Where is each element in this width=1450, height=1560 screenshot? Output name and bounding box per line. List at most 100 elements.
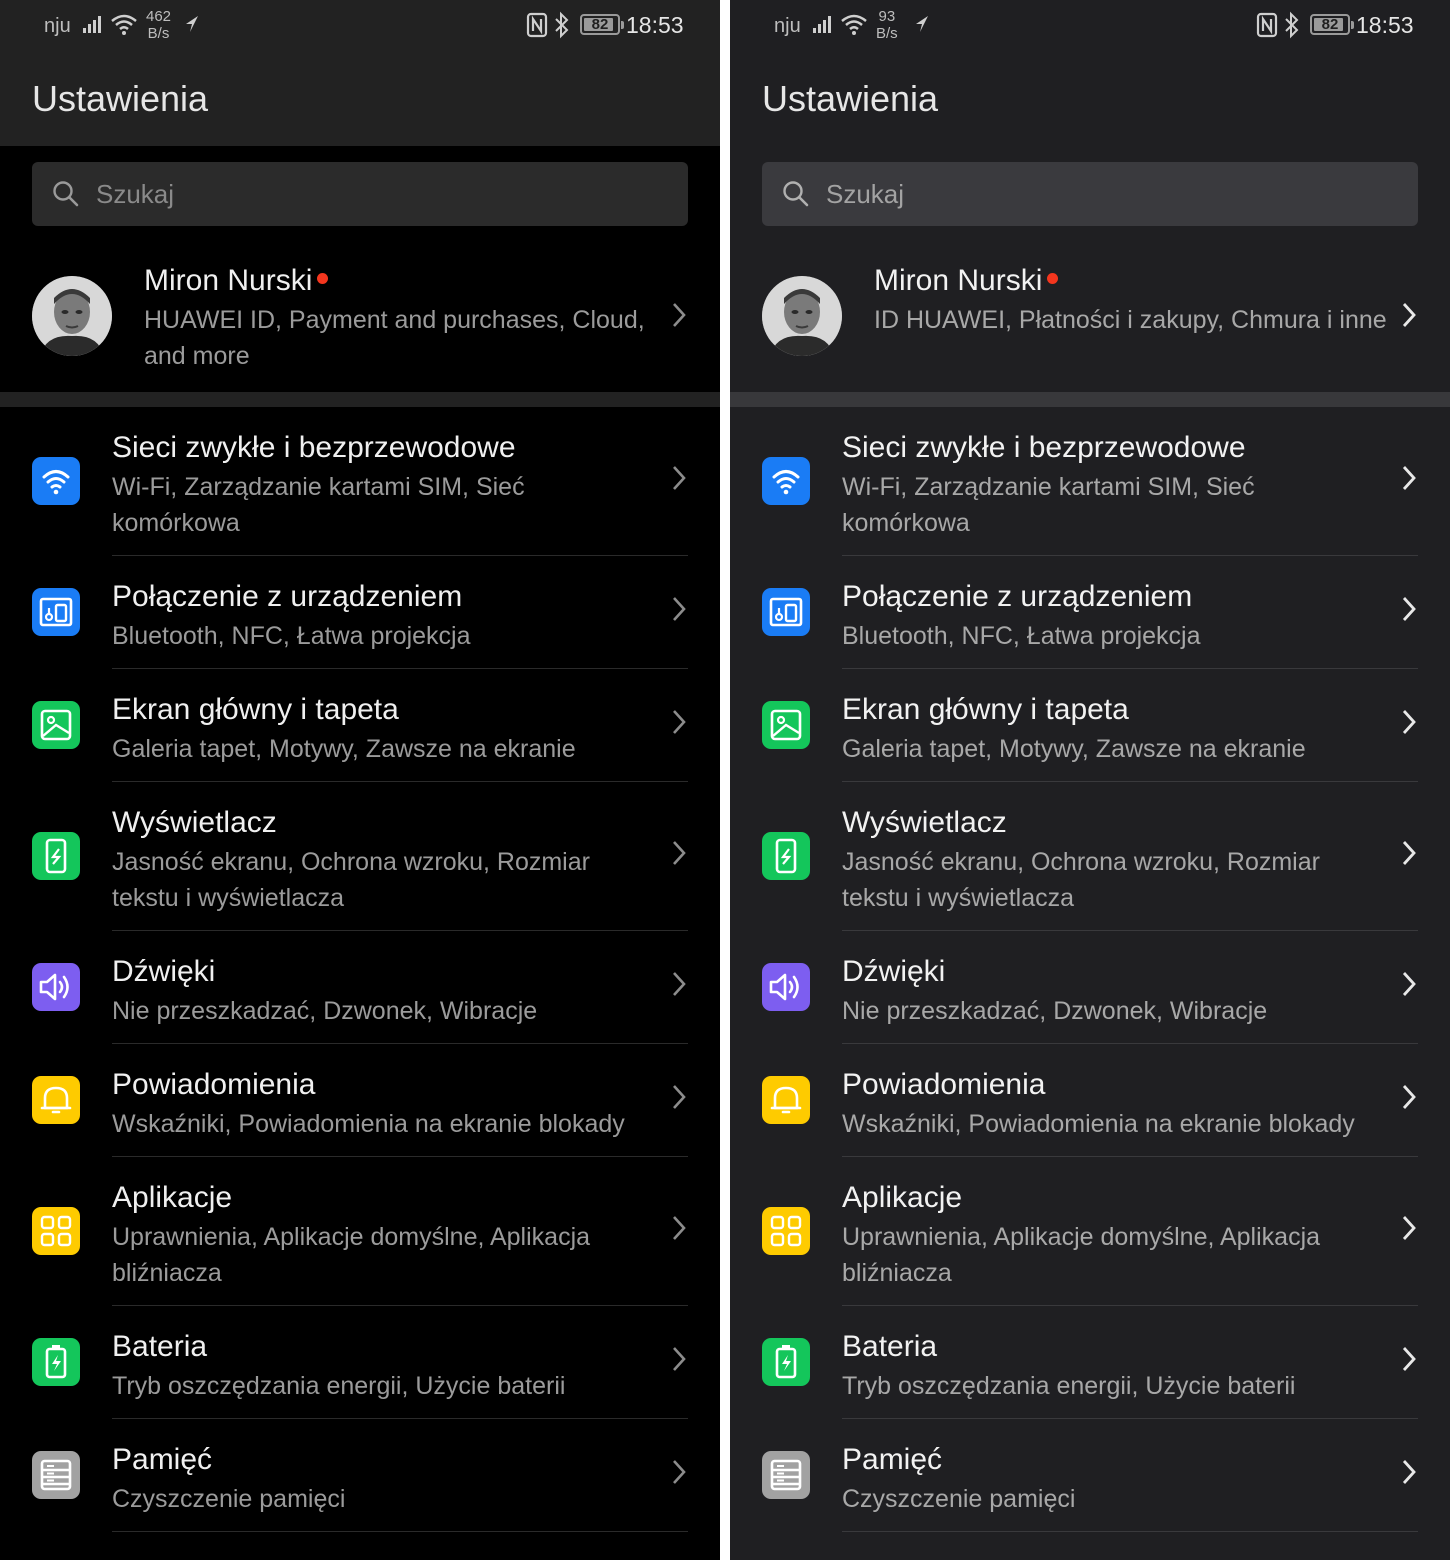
- page-title: Ustawienia: [762, 78, 939, 119]
- item-subtitle: Tryb oszczędzania energii, Użycie bateri…: [842, 1372, 1296, 1400]
- item-title: Powiadomienia: [842, 1068, 1046, 1101]
- item-subtitle: Wi-Fi, Zarządzanie kartami SIM, Sieć kom…: [842, 473, 1255, 537]
- search-icon: [782, 180, 810, 213]
- storage-icon: [762, 1451, 810, 1499]
- apps-grid-icon: [32, 1207, 80, 1255]
- item-subtitle: Czyszczenie pamięci: [842, 1485, 1076, 1513]
- item-title: Wyświetlacz: [842, 806, 1007, 839]
- settings-item-home-wallpaper[interactable]: Ekran główny i tapeta Galeria tapet, Mot…: [0, 669, 720, 782]
- item-title: Wyświetlacz: [112, 806, 277, 839]
- chevron-right-icon: [672, 971, 686, 1002]
- nfc-icon: [1256, 12, 1278, 44]
- settings-item-sounds[interactable]: Dźwięki Nie przeszkadzać, Dzwonek, Wibra…: [0, 931, 720, 1044]
- item-subtitle: Jasność ekranu, Ochrona wzroku, Rozmiar …: [112, 848, 590, 912]
- item-subtitle: Galeria tapet, Motywy, Zawsze na ekranie: [842, 735, 1306, 763]
- location-arrow-icon: [184, 14, 200, 40]
- settings-item-notifications[interactable]: Powiadomienia Wskaźniki, Powiadomienia n…: [730, 1044, 1450, 1157]
- apps-grid-icon: [762, 1207, 810, 1255]
- speaker-icon: [32, 963, 80, 1011]
- settings-item-battery[interactable]: Bateria Tryb oszczędzania energii, Użyci…: [0, 1306, 720, 1419]
- bluetooth-icon: [553, 11, 571, 45]
- chevron-right-icon: [672, 1459, 686, 1490]
- item-title: Pamięć: [842, 1443, 943, 1476]
- account-description: ID HUAWEI, Płatności i zakupy, Chmura i …: [874, 306, 1387, 334]
- chevron-right-icon: [1402, 709, 1416, 740]
- chevron-right-icon: [1402, 1084, 1416, 1115]
- item-title: Połączenie z urządzeniem: [112, 580, 463, 613]
- wifi-icon: [762, 457, 810, 505]
- device-connection-icon: [762, 588, 810, 636]
- settings-item-home-wallpaper[interactable]: Ekran główny i tapeta Galeria tapet, Mot…: [730, 669, 1450, 782]
- search-input[interactable]: Szukaj: [762, 162, 1418, 226]
- settings-item-storage[interactable]: Pamięć Czyszczenie pamięci: [0, 1419, 720, 1532]
- chevron-right-icon: [672, 465, 686, 496]
- settings-item-device-connection[interactable]: Połączenie z urządzeniem Bluetooth, NFC,…: [0, 556, 720, 669]
- chevron-right-icon: [1402, 1215, 1416, 1246]
- network-speed: 462 B/s: [146, 8, 172, 42]
- bluetooth-icon: [1283, 11, 1301, 45]
- clock: 18:53: [626, 12, 684, 38]
- chevron-right-icon: [672, 302, 686, 333]
- carrier-label: nju: [774, 15, 801, 37]
- settings-item-device-connection[interactable]: Połączenie z urządzeniem Bluetooth, NFC,…: [730, 556, 1450, 669]
- battery-icon: [32, 1338, 80, 1386]
- settings-item-apps[interactable]: Aplikacje Uprawnienia, Aplikacje domyśln…: [0, 1157, 720, 1306]
- settings-list: Sieci zwykłe i bezprzewodowe Wi-Fi, Zarz…: [0, 407, 720, 1532]
- chevron-right-icon: [1402, 302, 1416, 333]
- search-placeholder: Szukaj: [826, 179, 905, 209]
- battery-status: 82: [1310, 14, 1354, 35]
- account-row[interactable]: Miron Nurski HUAWEI ID, Payment and purc…: [0, 246, 720, 392]
- row-separator: [112, 1531, 688, 1532]
- settings-item-networks[interactable]: Sieci zwykłe i bezprzewodowe Wi-Fi, Zarz…: [730, 407, 1450, 556]
- chevron-right-icon: [1402, 1346, 1416, 1377]
- battery-status: 82: [580, 14, 624, 35]
- item-title: Pamięć: [112, 1443, 213, 1476]
- chevron-right-icon: [672, 840, 686, 871]
- settings-item-display[interactable]: Wyświetlacz Jasność ekranu, Ochrona wzro…: [730, 782, 1450, 931]
- settings-list: Sieci zwykłe i bezprzewodowe Wi-Fi, Zarz…: [730, 407, 1450, 1532]
- item-title: Połączenie z urządzeniem: [842, 580, 1193, 613]
- wifi-icon: [32, 457, 80, 505]
- chevron-right-icon: [1402, 465, 1416, 496]
- item-title: Ekran główny i tapeta: [842, 693, 1129, 726]
- avatar: [762, 276, 842, 356]
- carrier-label: nju: [44, 15, 71, 37]
- wallpaper-icon: [762, 701, 810, 749]
- wallpaper-icon: [32, 701, 80, 749]
- settings-item-display[interactable]: Wyświetlacz Jasność ekranu, Ochrona wzro…: [0, 782, 720, 931]
- item-title: Ekran główny i tapeta: [112, 693, 399, 726]
- chevron-right-icon: [1402, 596, 1416, 627]
- signal-icon: [82, 14, 104, 40]
- wifi-status-icon: [840, 12, 868, 42]
- location-arrow-icon: [914, 14, 930, 40]
- account-name: Miron Nurski: [874, 264, 1059, 298]
- settings-item-sounds[interactable]: Dźwięki Nie przeszkadzać, Dzwonek, Wibra…: [730, 931, 1450, 1044]
- account-row[interactable]: Miron Nurski ID HUAWEI, Płatności i zaku…: [730, 246, 1450, 392]
- row-separator: [842, 1531, 1418, 1532]
- search-input[interactable]: Szukaj: [32, 162, 688, 226]
- settings-item-notifications[interactable]: Powiadomienia Wskaźniki, Powiadomienia n…: [0, 1044, 720, 1157]
- account-name: Miron Nurski: [144, 264, 329, 298]
- wifi-status-icon: [110, 12, 138, 42]
- section-divider: [0, 392, 720, 407]
- speaker-icon: [762, 963, 810, 1011]
- notification-dot: [1047, 273, 1059, 284]
- item-title: Sieci zwykłe i bezprzewodowe: [112, 431, 516, 464]
- settings-item-storage[interactable]: Pamięć Czyszczenie pamięci: [730, 1419, 1450, 1532]
- settings-item-battery[interactable]: Bateria Tryb oszczędzania energii, Użyci…: [730, 1306, 1450, 1419]
- search-placeholder: Szukaj: [96, 179, 175, 209]
- item-title: Dźwięki: [842, 955, 946, 988]
- item-title: Aplikacje: [112, 1181, 233, 1214]
- settings-screen-dark-grey-theme: nju 93 B/s 82 18:53 Ustawienia Szukaj Mi…: [730, 0, 1450, 1560]
- item-title: Bateria: [112, 1330, 208, 1363]
- chevron-right-icon: [672, 1084, 686, 1115]
- item-subtitle: Uprawnienia, Aplikacje domyślne, Aplikac…: [842, 1223, 1321, 1287]
- chevron-right-icon: [1402, 1459, 1416, 1490]
- settings-item-apps[interactable]: Aplikacje Uprawnienia, Aplikacje domyśln…: [730, 1157, 1450, 1306]
- network-speed: 93 B/s: [876, 8, 898, 42]
- settings-item-networks[interactable]: Sieci zwykłe i bezprzewodowe Wi-Fi, Zarz…: [0, 407, 720, 556]
- chevron-right-icon: [672, 1346, 686, 1377]
- settings-screen-black-theme: nju 462 B/s 82 18:53 Ustawienia Szukaj M…: [0, 0, 720, 1560]
- page-title: Ustawienia: [32, 78, 209, 119]
- item-subtitle: Uprawnienia, Aplikacje domyślne, Aplikac…: [112, 1223, 591, 1287]
